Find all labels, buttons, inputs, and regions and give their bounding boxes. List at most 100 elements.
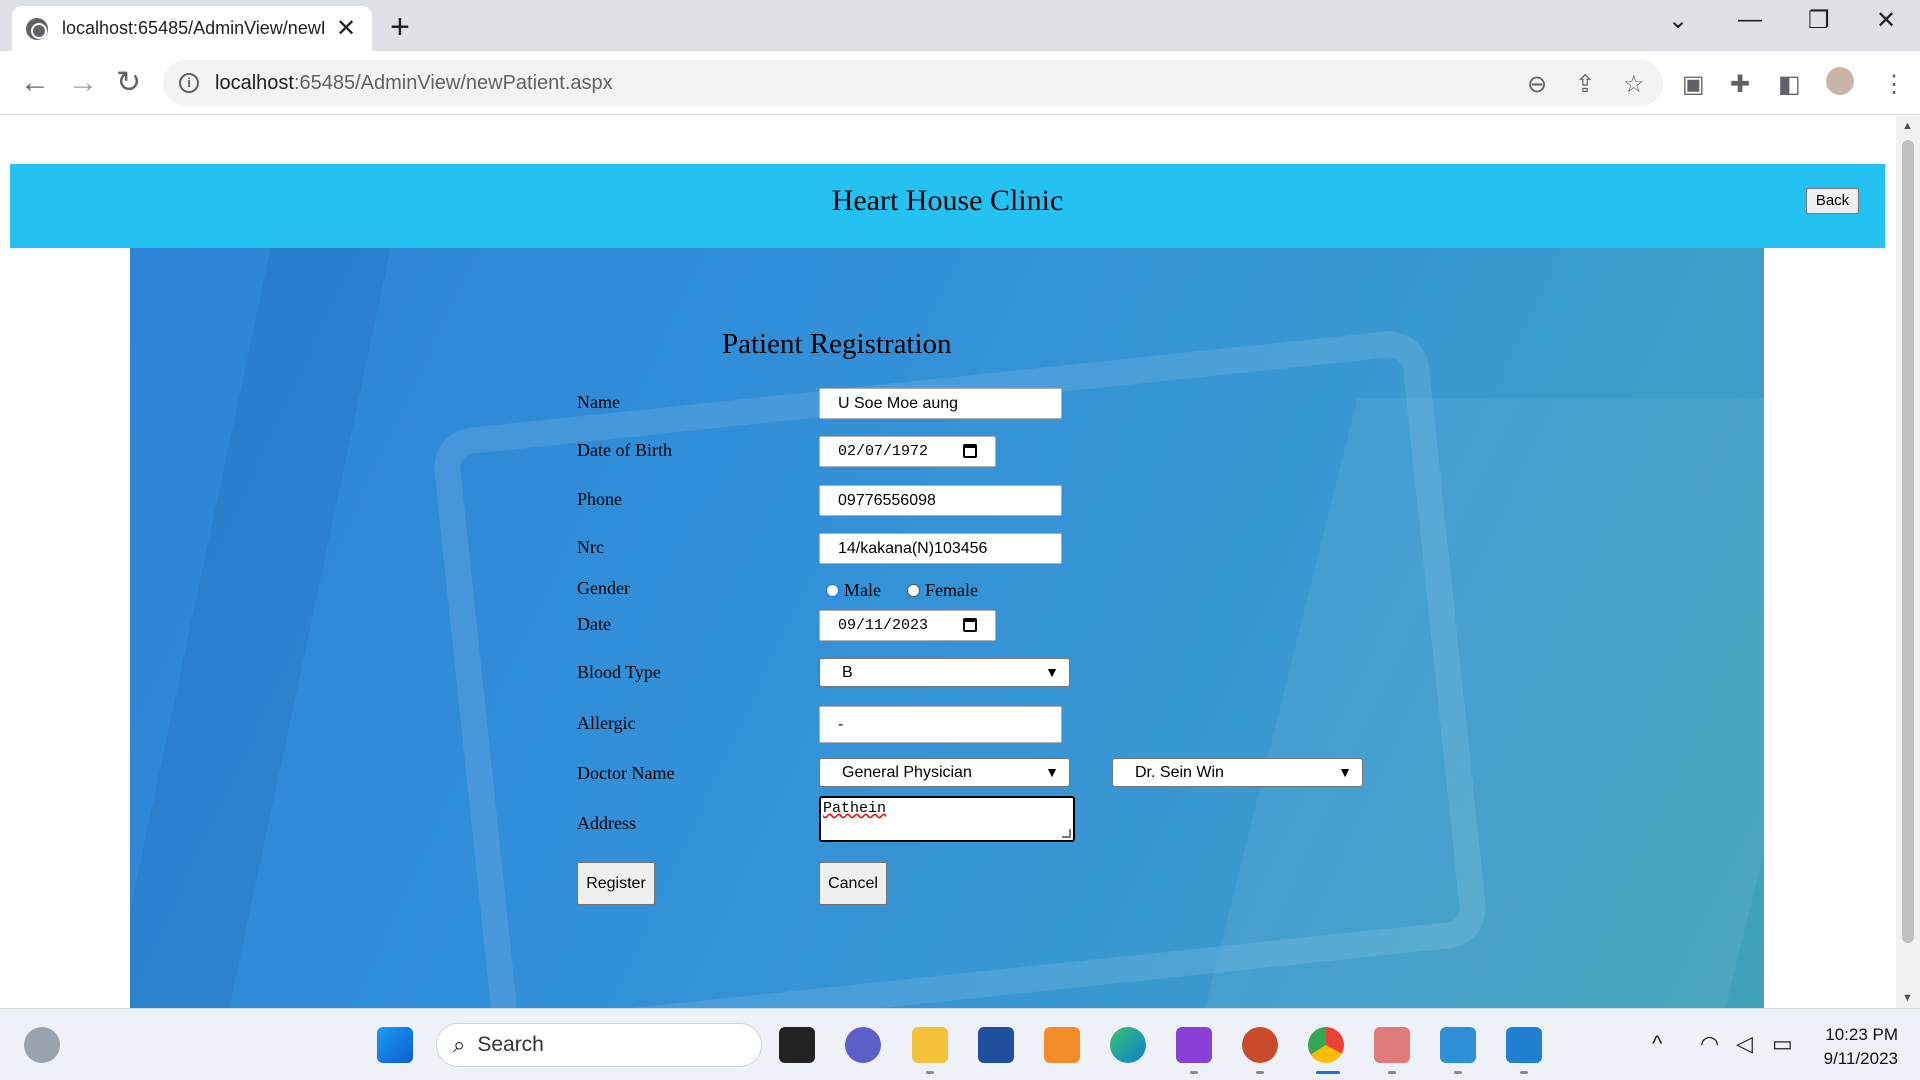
snipping-tool-icon[interactable] bbox=[1374, 1027, 1410, 1063]
forward-arrow-icon[interactable]: → bbox=[68, 65, 98, 101]
blood-type-value: B bbox=[842, 664, 853, 681]
blood-type-select[interactable]: B ▼ bbox=[819, 658, 1070, 687]
tab-title: localhost:65485/AdminView/newPatient.asp… bbox=[62, 18, 324, 38]
address-label: Address bbox=[577, 813, 636, 833]
running-indicator bbox=[1256, 1071, 1264, 1074]
taskbar-search[interactable]: ⌕ Search bbox=[436, 1023, 762, 1067]
date-label: Date bbox=[577, 614, 611, 634]
restore-icon[interactable]: ❐ bbox=[1808, 6, 1830, 35]
taskbar-clock[interactable]: 10:23 PM 9/11/2023 bbox=[1824, 1023, 1898, 1071]
clinic-header: Heart House Clinic Back bbox=[10, 164, 1885, 248]
active-indicator bbox=[1316, 1071, 1340, 1074]
nrc-label: Nrc bbox=[577, 537, 604, 557]
form-title: Patient Registration bbox=[722, 328, 952, 360]
name-input[interactable]: U Soe Moe aung bbox=[819, 388, 1062, 419]
form-area: Patient Registration Name U Soe Moe aung… bbox=[130, 248, 1764, 1008]
wifi-icon[interactable]: ◠ bbox=[1700, 1031, 1719, 1057]
close-window-icon[interactable]: ✕ bbox=[1876, 6, 1896, 35]
search-label: Search bbox=[477, 1033, 544, 1056]
male-label: Male bbox=[844, 580, 881, 600]
microsoft-store-icon[interactable] bbox=[978, 1027, 1014, 1063]
task-view-icon[interactable] bbox=[779, 1027, 815, 1063]
tab-search-chevron-icon[interactable]: ⌄ bbox=[1668, 6, 1688, 35]
back-button[interactable]: Back bbox=[1806, 188, 1859, 214]
doctor-value: Dr. Sein Win bbox=[1135, 764, 1224, 781]
new-tab-icon[interactable]: + bbox=[390, 8, 410, 47]
chrome-icon[interactable] bbox=[1308, 1027, 1344, 1063]
clock-date: 9/11/2023 bbox=[1823, 1049, 1898, 1068]
gender-label: Gender bbox=[577, 578, 630, 598]
running-indicator bbox=[1190, 1071, 1198, 1074]
page-viewport: Heart House Clinic Back Patient Registra… bbox=[0, 116, 1896, 1008]
gender-radio-group: Male Female bbox=[826, 580, 978, 601]
dob-label: Date of Birth bbox=[577, 440, 672, 460]
powerpoint-icon[interactable] bbox=[1242, 1027, 1278, 1063]
file-explorer-icon[interactable] bbox=[912, 1027, 948, 1063]
running-indicator bbox=[1454, 1071, 1462, 1074]
allergic-input[interactable]: - bbox=[819, 706, 1062, 743]
sublime-text-icon[interactable] bbox=[1044, 1027, 1080, 1063]
date-value: 09/11/2023 bbox=[838, 617, 929, 634]
browser-tab-bar: localhost:65485/AdminView/newPatient.asp… bbox=[0, 0, 1920, 51]
clock-time: 10:23 PM bbox=[1825, 1025, 1898, 1044]
cancel-button[interactable]: Cancel bbox=[819, 862, 887, 905]
dob-input[interactable]: 02/07/1972 bbox=[819, 436, 996, 467]
calendar-icon[interactable] bbox=[963, 444, 977, 458]
widgets-icon[interactable] bbox=[24, 1027, 60, 1063]
allergic-label: Allergic bbox=[577, 713, 636, 733]
start-windows-icon[interactable] bbox=[377, 1027, 413, 1063]
browser-toolbar: ← → ↻ i localhost :65485/AdminView/newPa… bbox=[0, 51, 1920, 115]
share-icon[interactable]: ⇪ bbox=[1575, 70, 1595, 99]
chevron-down-icon: ▼ bbox=[1045, 764, 1059, 780]
page-scrollbar[interactable]: ▲ ▼ bbox=[1896, 116, 1920, 1008]
specialty-select[interactable]: General Physician ▼ bbox=[819, 758, 1070, 787]
doctor-select[interactable]: Dr. Sein Win ▼ bbox=[1112, 758, 1363, 787]
browser-tab[interactable]: localhost:65485/AdminView/newPatient.asp… bbox=[12, 6, 372, 51]
running-indicator bbox=[1388, 1071, 1396, 1074]
running-indicator bbox=[926, 1071, 934, 1074]
date-input[interactable]: 09/11/2023 bbox=[819, 610, 996, 641]
male-radio[interactable] bbox=[826, 584, 839, 597]
visual-studio-icon[interactable] bbox=[1176, 1027, 1212, 1063]
clinic-name: Heart House Clinic bbox=[831, 184, 1064, 217]
scroll-up-icon[interactable]: ▲ bbox=[1902, 120, 1913, 132]
chevron-up-icon[interactable]: ^ bbox=[1652, 1031, 1662, 1057]
close-tab-icon[interactable]: ✕ bbox=[336, 14, 356, 43]
scroll-thumb[interactable] bbox=[1902, 140, 1914, 943]
search-icon: ⌕ bbox=[453, 1032, 466, 1057]
windows-taskbar: ⌕ Search ^ ◠ ◁ ▭ 10:23 PM 9/11/2023 bbox=[0, 1008, 1920, 1080]
back-arrow-icon[interactable]: ← bbox=[20, 65, 50, 101]
bookmark-star-icon[interactable]: ☆ bbox=[1623, 70, 1645, 99]
nrc-input[interactable]: 14/kakana(N)103456 bbox=[819, 533, 1062, 564]
minimize-icon[interactable]: — bbox=[1738, 6, 1762, 34]
side-panel-icon[interactable]: ◧ bbox=[1778, 67, 1801, 103]
resize-handle-icon[interactable] bbox=[1062, 829, 1071, 838]
scroll-down-icon[interactable]: ▼ bbox=[1902, 992, 1913, 1004]
reload-icon[interactable]: ↻ bbox=[116, 65, 141, 101]
address-value: Pathein bbox=[823, 800, 887, 817]
avatar[interactable] bbox=[1826, 67, 1854, 95]
photos-icon[interactable] bbox=[1506, 1027, 1542, 1063]
background-decoration bbox=[130, 248, 391, 1008]
notepad-icon[interactable] bbox=[1440, 1027, 1476, 1063]
dob-value: 02/07/1972 bbox=[838, 443, 929, 460]
globe-icon bbox=[26, 17, 48, 40]
chevron-down-icon: ▼ bbox=[1338, 764, 1352, 780]
profile-extension-icon[interactable]: ▣ bbox=[1682, 67, 1705, 103]
address-textarea[interactable]: Pathein bbox=[819, 796, 1075, 842]
zoom-icon[interactable]: ⊖ bbox=[1527, 70, 1547, 99]
extensions-puzzle-icon[interactable]: ✚ bbox=[1730, 67, 1750, 103]
calendar-icon[interactable] bbox=[963, 618, 977, 632]
female-radio[interactable] bbox=[906, 584, 920, 597]
register-button[interactable]: Register bbox=[577, 862, 655, 905]
address-bar[interactable]: i localhost :65485/AdminView/newPatient.… bbox=[163, 60, 1663, 106]
site-info-icon[interactable]: i bbox=[179, 73, 199, 93]
running-indicator bbox=[1520, 1071, 1528, 1074]
teams-chat-icon[interactable] bbox=[845, 1027, 881, 1063]
edge-browser-icon[interactable] bbox=[1110, 1027, 1146, 1063]
battery-icon[interactable]: ▭ bbox=[1772, 1031, 1793, 1057]
menu-dots-icon[interactable]: ⋮ bbox=[1882, 67, 1906, 103]
specialty-value: General Physician bbox=[842, 764, 972, 781]
phone-input[interactable]: 09776556098 bbox=[819, 485, 1062, 516]
volume-icon[interactable]: ◁ bbox=[1736, 1031, 1753, 1057]
